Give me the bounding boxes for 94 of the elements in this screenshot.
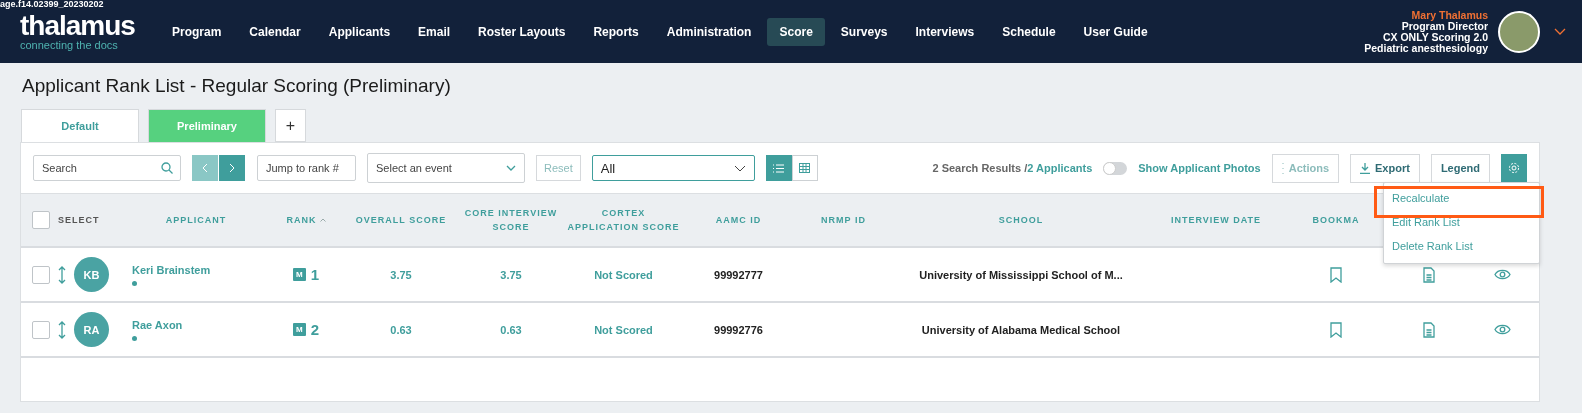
avatar: RA: [74, 312, 109, 347]
specialty-name: Pediatric anesthesiology: [1364, 42, 1488, 54]
nav-item[interactable]: Schedule: [990, 17, 1068, 46]
status-dot: [132, 280, 137, 286]
column-header[interactable]: RANK: [266, 213, 346, 227]
logo[interactable]: thalamus connecting the docs: [20, 12, 160, 51]
download-icon: [1360, 162, 1371, 174]
column-header: SELECT: [58, 215, 100, 225]
applicant-name[interactable]: Rae Axon: [132, 318, 266, 331]
avatar: KB: [74, 257, 109, 292]
applicants-count: 2 Applicants: [1027, 162, 1093, 174]
menu-item[interactable]: Delete Rank List: [1384, 235, 1539, 259]
event-select[interactable]: Select an event: [367, 153, 525, 183]
table-cell-text: 99992776: [713, 323, 764, 336]
drag-handle-icon[interactable]: [58, 265, 66, 284]
tab[interactable]: Preliminary: [148, 109, 266, 142]
column-header[interactable]: APPLICANT: [126, 213, 266, 227]
chevron-right-icon: [229, 163, 235, 173]
column-header[interactable]: INTERVIEW DATE: [1151, 213, 1281, 227]
table-cell-text: University of Alabama Medical School: [920, 323, 1122, 336]
add-tab-button[interactable]: +: [275, 109, 306, 142]
search-field[interactable]: Search: [33, 155, 181, 181]
document-icon[interactable]: [1422, 266, 1435, 283]
jump-to-rank-field[interactable]: Jump to rank #: [257, 155, 356, 181]
rank-number: 2: [310, 321, 320, 338]
nav-item[interactable]: Reports: [581, 17, 651, 46]
chevron-left-icon: [202, 163, 208, 173]
column-header[interactable]: SCHOOL: [891, 213, 1151, 227]
nav-item[interactable]: Surveys: [828, 17, 900, 46]
settings-button[interactable]: [1501, 153, 1527, 183]
photo-placeholder[interactable]: [1498, 10, 1540, 53]
column-header[interactable]: OVERALL SCORE: [346, 213, 456, 227]
legend-button[interactable]: Legend: [1430, 153, 1490, 183]
status-dot: [132, 335, 137, 341]
table-cell-text: 0.63: [389, 323, 413, 336]
program-name: CX ONLY Scoring 2.0: [1382, 31, 1488, 43]
table-cell-text: University of Mississippi School of M...: [918, 268, 1124, 281]
bookmark-icon[interactable]: [1330, 266, 1342, 283]
row-checkbox[interactable]: [32, 265, 50, 284]
reset-button[interactable]: Reset: [536, 155, 581, 181]
rank-badge: M: [292, 323, 306, 336]
bookmark-icon[interactable]: [1330, 321, 1342, 338]
column-header[interactable]: CORE INTERVIEW SCORE: [456, 206, 566, 234]
grid-view-button[interactable]: [791, 155, 818, 181]
next-button[interactable]: [219, 155, 246, 181]
table-cell-text: Not Scored: [593, 268, 654, 281]
rank-number: 1: [310, 266, 320, 283]
nav-item[interactable]: Email: [406, 17, 463, 46]
chevron-down-icon[interactable]: [1554, 27, 1566, 36]
photos-toggle[interactable]: [1103, 161, 1128, 175]
table-cell-text: Not Scored: [593, 323, 654, 336]
nav-item[interactable]: Calendar: [237, 17, 313, 46]
drag-handle-icon[interactable]: [58, 320, 66, 339]
applicant-name[interactable]: Keri Brainstem: [132, 263, 266, 276]
column-header[interactable]: AAMC ID: [681, 213, 796, 227]
sort-icon: [319, 218, 326, 222]
list-view-button[interactable]: [765, 155, 792, 181]
table-cell-text: 0.63: [499, 323, 523, 336]
nav-item[interactable]: Administration: [654, 17, 764, 46]
eye-icon[interactable]: [1494, 269, 1511, 280]
grid-icon: [799, 163, 811, 173]
nav-item[interactable]: Program: [160, 17, 234, 46]
eye-icon[interactable]: [1494, 324, 1511, 335]
table-cell-text: 3.75: [389, 268, 413, 281]
actions-button[interactable]: Actions: [1271, 153, 1340, 183]
previous-button[interactable]: [192, 155, 219, 181]
nav-item[interactable]: Score: [767, 17, 825, 46]
chevron-down-icon: [506, 165, 516, 171]
column-header[interactable]: CORTEX APPLICATION SCORE: [566, 206, 681, 234]
rank-badge: M: [292, 268, 306, 281]
user-name: Mary Thalamus: [1411, 9, 1488, 21]
search-icon: [161, 162, 173, 174]
page-title: Applicant Rank List - Regular Scoring (Preliminary): [22, 75, 452, 97]
select-all-checkbox[interactable]: [32, 211, 50, 229]
export-button[interactable]: Export: [1350, 153, 1420, 183]
user-role: Program Director: [1401, 20, 1488, 32]
row-checkbox[interactable]: [32, 320, 50, 339]
list-icon: [773, 163, 785, 173]
toggle-label: Show Applicant Photos: [1138, 162, 1261, 174]
nav-item[interactable]: Interviews: [903, 17, 987, 46]
nav-item[interactable]: Roster Layouts: [466, 17, 578, 46]
nav-item[interactable]: Applicants: [316, 17, 403, 46]
settings-icon: [1508, 162, 1520, 174]
nav-item[interactable]: User Guide: [1071, 17, 1160, 46]
filter-select[interactable]: All: [591, 155, 755, 181]
column-header[interactable]: NRMP ID: [796, 213, 891, 227]
document-icon[interactable]: [1422, 321, 1435, 338]
table-cell-text: 3.75: [499, 268, 523, 281]
tab[interactable]: Default: [21, 109, 139, 142]
table-cell-text: 99992777: [713, 268, 764, 281]
chevron-down-icon: [733, 164, 746, 172]
results-text: 2 Search Results /: [932, 162, 1028, 174]
menu-item[interactable]: Recalculate: [1374, 186, 1544, 218]
overlay-label: age.f14.02399_20230202: [0, 0, 104, 9]
